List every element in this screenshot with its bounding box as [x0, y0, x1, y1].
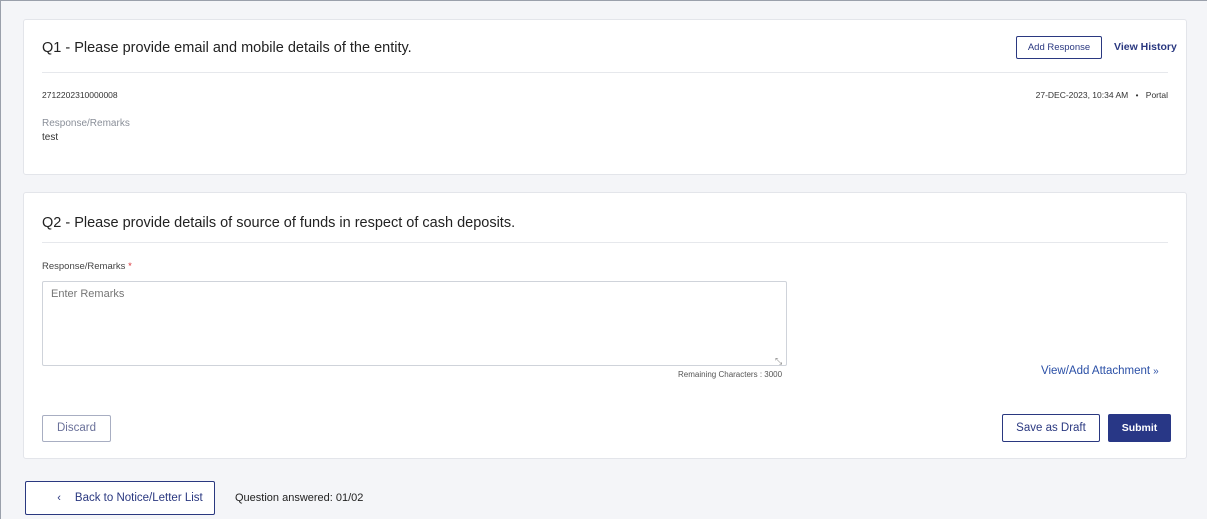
response-value: test [42, 132, 59, 143]
bullet-separator: • [1135, 91, 1139, 100]
double-chevron-down-icon: » [1153, 366, 1159, 377]
chevron-left-icon: ‹ [57, 492, 61, 504]
response-label-text: Response/Remarks [42, 261, 126, 272]
question-title: Q1 - Please provide email and mobile det… [42, 40, 412, 56]
attachment-link-label: View/Add Attachment [1041, 365, 1151, 377]
question-card-q1: Q1 - Please provide email and mobile det… [23, 19, 1187, 175]
response-source: Portal [1145, 90, 1168, 100]
remaining-characters: Remaining Characters : 3000 [678, 370, 783, 379]
divider [42, 72, 1168, 73]
timestamp-text: 27-DEC-2023, 10:34 AM [1035, 90, 1129, 100]
questions-answered-status: Question answered: 01/02 [235, 492, 364, 504]
view-add-attachment-link[interactable]: View/Add Attachment» [1041, 365, 1159, 377]
back-to-notice-list-button[interactable]: ‹ Back to Notice/Letter List [25, 481, 215, 515]
resize-grip-icon[interactable]: ⤡ [775, 356, 782, 367]
reference-id: 2712202310000008 [42, 90, 118, 100]
add-response-button[interactable]: Add Response [1016, 36, 1102, 59]
remarks-textarea[interactable] [42, 281, 787, 366]
question-card-q2: Q2 - Please provide details of source of… [23, 192, 1187, 459]
view-history-link[interactable]: View History [1114, 41, 1177, 53]
save-as-draft-button[interactable]: Save as Draft [1002, 414, 1100, 442]
divider [42, 242, 1168, 243]
response-field-label: Response/Remarks * [42, 261, 132, 272]
back-button-label: Back to Notice/Letter List [74, 492, 203, 504]
response-label: Response/Remarks [42, 118, 130, 129]
required-marker: * [128, 261, 132, 272]
discard-button[interactable]: Discard [42, 415, 111, 442]
response-timestamp: 27-DEC-2023, 10:34 AM • Portal [1036, 90, 1168, 100]
question-title: Q2 - Please provide details of source of… [42, 215, 516, 231]
submit-button[interactable]: Submit [1108, 414, 1171, 442]
